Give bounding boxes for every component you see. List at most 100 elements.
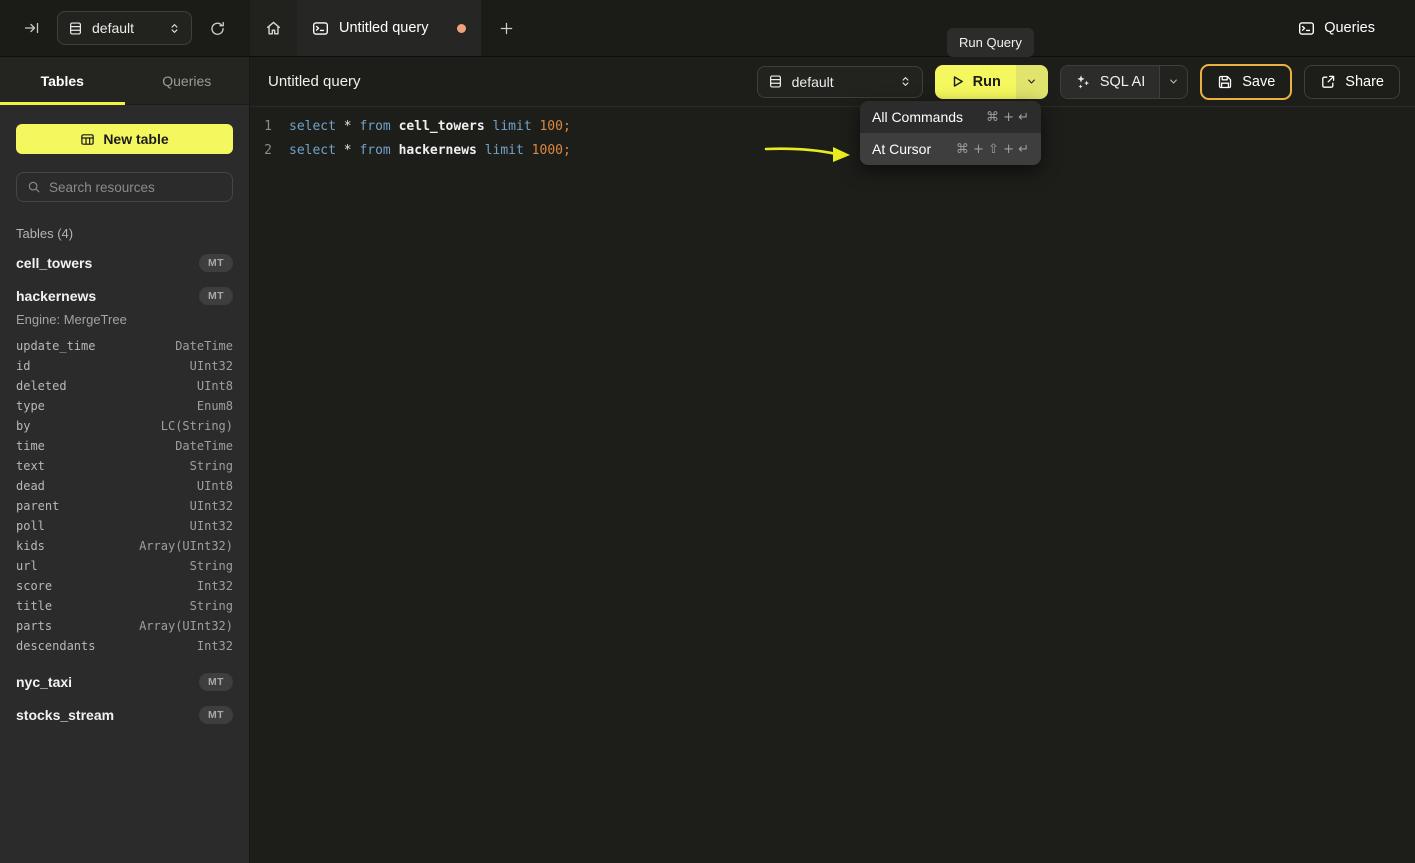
queries-button[interactable]: Queries xyxy=(1298,0,1415,56)
sql-ai-button-group: SQL AI xyxy=(1060,65,1188,99)
tab-untitled-query[interactable]: Untitled query xyxy=(297,0,481,56)
updown-chevron-icon xyxy=(899,75,912,88)
play-icon xyxy=(950,74,965,89)
column-name: title xyxy=(16,599,52,613)
sql-editor[interactable]: 1 select * from cell_towers limit 100; 2… xyxy=(250,107,1415,163)
run-button-label: Run xyxy=(973,74,1001,90)
terminal-icon xyxy=(1298,20,1315,37)
engine-badge: MT xyxy=(199,287,233,305)
sidebar-body: New table Tables (4) cell_towers MT hack… xyxy=(0,105,249,727)
table-name: cell_towers xyxy=(16,255,92,271)
table-name: hackernews xyxy=(16,288,96,304)
column-name: parent xyxy=(16,499,59,513)
table-name: nyc_taxi xyxy=(16,674,72,690)
sidebar-tab-tables[interactable]: Tables xyxy=(0,57,125,104)
engine-badge: MT xyxy=(199,706,233,724)
database-selector-toolbar[interactable]: default xyxy=(757,66,923,98)
run-menu-item[interactable]: All Commands ⌘ + ↵ xyxy=(860,101,1041,133)
unsaved-dot xyxy=(457,24,466,33)
table-engine-label: Engine: MergeTree xyxy=(16,312,233,328)
query-title: Untitled query xyxy=(268,73,361,90)
run-query-tooltip: Run Query xyxy=(947,28,1034,57)
toolbar-actions: default Run xyxy=(757,64,1400,100)
column-type: Array(UInt32) xyxy=(139,619,233,633)
tables-section-label: Tables (4) xyxy=(16,226,233,242)
column-type: String xyxy=(190,599,233,613)
run-button[interactable]: Run xyxy=(935,65,1016,99)
column-row: text String xyxy=(16,456,233,476)
main-panel: Untitled query default xyxy=(250,57,1415,863)
column-type: DateTime xyxy=(175,339,233,353)
code-text: select * from hackernews limit 1000; xyxy=(289,139,571,163)
table-grid-icon xyxy=(80,132,95,147)
run-options-menu: All Commands ⌘ + ↵ At Cursor ⌘ + ⇧ + ↵ xyxy=(860,101,1041,165)
table-list-item[interactable]: cell_towers MT xyxy=(16,251,233,275)
run-menu-item-shortcut: ⌘ + ↵ xyxy=(986,110,1029,125)
queries-button-label: Queries xyxy=(1324,20,1375,36)
column-row: id UInt32 xyxy=(16,356,233,376)
column-type: UInt8 xyxy=(197,379,233,393)
column-name: kids xyxy=(16,539,45,553)
column-row: descendants Int32 xyxy=(16,636,233,656)
search-input[interactable] xyxy=(49,180,222,195)
column-row: deleted UInt8 xyxy=(16,376,233,396)
database-icon xyxy=(768,74,783,89)
column-row: title String xyxy=(16,596,233,616)
home-button[interactable] xyxy=(250,0,297,56)
column-type: String xyxy=(190,459,233,473)
search-resources-box xyxy=(16,172,233,202)
column-row: url String xyxy=(16,556,233,576)
topbar-left-section: default xyxy=(0,0,250,56)
column-type: UInt32 xyxy=(190,499,233,513)
share-button[interactable]: Share xyxy=(1304,65,1400,99)
top-bar: default Untitled query xyxy=(0,0,1415,57)
line-number: 2 xyxy=(250,139,272,163)
line-number: 1 xyxy=(250,115,272,139)
sql-ai-button[interactable]: SQL AI xyxy=(1061,66,1159,98)
engine-badge: MT xyxy=(199,254,233,272)
share-icon xyxy=(1320,74,1336,90)
column-name: text xyxy=(16,459,45,473)
run-menu-item[interactable]: At Cursor ⌘ + ⇧ + ↵ xyxy=(860,133,1041,165)
sql-ai-dropdown[interactable] xyxy=(1159,66,1187,98)
column-row: type Enum8 xyxy=(16,396,233,416)
run-options-dropdown[interactable] xyxy=(1016,65,1048,99)
table-list-item[interactable]: stocks_stream MT xyxy=(16,703,233,727)
updown-chevron-icon xyxy=(168,22,181,35)
column-type: Int32 xyxy=(197,639,233,653)
table-list-item[interactable]: hackernews MT xyxy=(16,284,233,308)
sidebar-tab-queries[interactable]: Queries xyxy=(125,57,250,104)
run-menu-item-label: All Commands xyxy=(872,109,963,125)
save-button-label: Save xyxy=(1242,74,1275,90)
column-name: deleted xyxy=(16,379,67,393)
save-icon xyxy=(1217,74,1233,90)
column-type: String xyxy=(190,559,233,573)
new-table-button[interactable]: New table xyxy=(16,124,233,154)
refresh-icon[interactable] xyxy=(209,20,226,37)
column-name: update_time xyxy=(16,339,95,353)
column-type: Enum8 xyxy=(197,399,233,413)
table-list-item[interactable]: nyc_taxi MT xyxy=(16,670,233,694)
column-row: update_time DateTime xyxy=(16,336,233,356)
table-name: stocks_stream xyxy=(16,707,114,723)
column-row: kids Array(UInt32) xyxy=(16,536,233,556)
column-name: parts xyxy=(16,619,52,633)
column-row: parent UInt32 xyxy=(16,496,233,516)
column-type: Int32 xyxy=(197,579,233,593)
collapse-sidebar-icon[interactable] xyxy=(24,20,40,36)
column-row: score Int32 xyxy=(16,576,233,596)
column-name: time xyxy=(16,439,45,453)
run-button-group: Run xyxy=(935,65,1048,99)
column-type: UInt32 xyxy=(190,519,233,533)
sidebar-tab-queries-label: Queries xyxy=(162,73,211,89)
new-tab-button[interactable] xyxy=(481,0,531,56)
save-button[interactable]: Save xyxy=(1200,64,1292,100)
column-row: by LC(String) xyxy=(16,416,233,436)
database-icon xyxy=(68,21,83,36)
database-selector-value: default xyxy=(792,74,890,90)
column-name: id xyxy=(16,359,30,373)
share-button-label: Share xyxy=(1345,74,1384,90)
database-selector-value: default xyxy=(92,20,159,36)
sidebar-tabs: Tables Queries xyxy=(0,57,249,105)
database-selector-topbar[interactable]: default xyxy=(57,11,192,45)
